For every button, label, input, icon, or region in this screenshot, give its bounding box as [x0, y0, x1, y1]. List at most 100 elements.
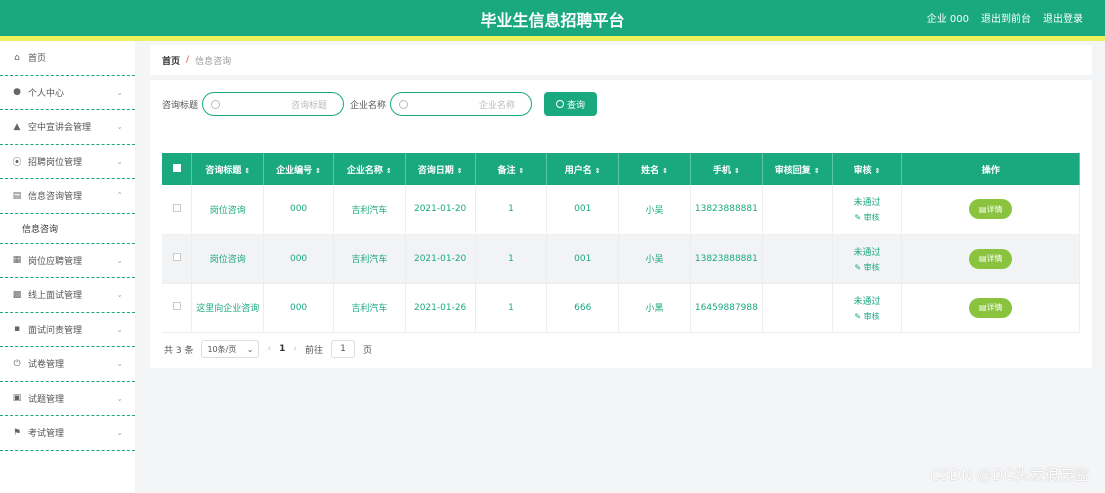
row-checkbox[interactable] [172, 203, 181, 212]
sidebar-item-consultation[interactable]: ▤ 信息咨询管理 ⌃ [0, 179, 135, 214]
cell-reply [762, 283, 833, 333]
table-row: 岗位咨询 000 吉利汽车 2021-01-20 1 001 小吴 138238… [162, 234, 1080, 284]
cell-reply [762, 185, 833, 235]
status-cell: 未通过 ✎ 审核 [833, 245, 902, 273]
audit-link[interactable]: ✎ 审核 [854, 311, 879, 322]
prev-page-button[interactable]: ‹ [267, 344, 271, 354]
cell-date: 2021-01-20 [405, 234, 476, 284]
column-header[interactable]: 咨询标题 ⇕ [191, 153, 265, 185]
sidebar-item-papers[interactable]: ⏻ 试卷管理 ⌄ [0, 347, 135, 382]
select-all-header[interactable] [162, 153, 193, 185]
account-name: 企业 000 [926, 14, 969, 25]
sidebar-item-presentation[interactable]: ▲ 空中宣讲会管理 ⌄ [0, 110, 135, 145]
cell-title: 岗位咨询 [191, 185, 265, 235]
column-header[interactable]: 备注 ⇕ [475, 153, 548, 185]
search-icon [211, 99, 221, 109]
power-icon: ⏻ [13, 358, 21, 369]
cell-company-name: 吉利汽车 [333, 234, 406, 284]
sidebar-subitem-consultation[interactable]: 信息咨询 [0, 213, 135, 244]
row-checkbox[interactable] [172, 253, 181, 261]
page-size-select[interactable]: 10条/页 ⌄ [201, 340, 260, 358]
sidebar-item-online-interview[interactable]: ▩ 线上面试管理 ⌄ [0, 278, 135, 313]
breadcrumb-home[interactable]: 首页 [162, 54, 180, 67]
goto-label: 前往 [304, 345, 323, 356]
table-row: 岗位咨询 000 吉利汽车 2021-01-20 1 001 小吴 138238… [162, 185, 1080, 235]
search-icon [556, 100, 565, 108]
total-count: 共 3 条 [164, 345, 194, 356]
sidebar-item-applications[interactable]: ▦ 岗位应聘管理 ⌄ [0, 244, 135, 278]
chevron-down-icon: ⌄ [116, 428, 123, 437]
server-icon: ▤ [12, 190, 22, 201]
sort-icon: ⇕ [518, 166, 525, 175]
chevron-down-icon: ⌄ [116, 359, 123, 368]
logout-link[interactable]: 退出登录 [1043, 10, 1083, 25]
bar-chart-icon: ▩ [12, 289, 22, 300]
row-checkbox[interactable] [172, 302, 181, 310]
chevron-down-icon: ⌄ [116, 255, 123, 265]
cell-company-no: 000 [263, 283, 334, 333]
cell-company-no: 000 [263, 234, 334, 284]
clipboard-icon: ▣ [12, 393, 22, 404]
query-button[interactable]: 查询 [544, 92, 598, 116]
audit-link[interactable]: ✎ 审核 [854, 262, 879, 273]
search-icon [399, 99, 409, 109]
cell-name: 小黑 [618, 283, 691, 333]
column-header[interactable]: 手机 ⇕ [690, 153, 763, 185]
select-all-checkbox[interactable] [172, 163, 181, 172]
sidebar-item-positions[interactable]: ⦿ 招聘岗位管理 ⌄ [0, 145, 135, 179]
cell-phone: 16459887988 [690, 283, 763, 333]
sidebar-item-personal-center[interactable]: ● 个人中心 ⌄ [0, 76, 135, 110]
current-page[interactable]: 1 [279, 344, 285, 354]
page-unit-label: 页 [362, 345, 372, 356]
cell-reply [762, 234, 833, 284]
cell-company-name: 吉利汽车 [333, 185, 406, 235]
goto-page-input[interactable]: 1 [330, 340, 355, 358]
table-icon: ▦ [12, 255, 22, 266]
sidebar-item-home[interactable]: ⌂ 首页 [0, 41, 135, 76]
sidebar-item-exams[interactable]: ⚑ 考试管理 ⌄ [0, 416, 135, 451]
column-header[interactable]: 姓名 ⇕ [618, 153, 691, 185]
column-header[interactable]: 企业编号 ⇕ [263, 153, 334, 185]
column-header[interactable]: 审核 ⇕ [832, 153, 903, 185]
title-search-placeholder: 咨询标题 [291, 100, 328, 111]
status-text: 未通过 [853, 198, 881, 209]
chevron-down-icon: ⌄ [116, 393, 123, 403]
search-bar: 咨询标题 咨询标题 企业名称 企业名称 查询 [162, 92, 598, 116]
column-header[interactable]: 企业名称 ⇕ [333, 153, 406, 185]
detail-button[interactable]: ▤ 详情 [969, 297, 1013, 318]
back-to-front-link[interactable]: 退出到前台 [981, 10, 1031, 25]
cell-date: 2021-01-26 [405, 283, 476, 333]
sort-icon: ⇕ [385, 166, 392, 175]
status-cell: 未通过 ✎ 审核 [833, 195, 902, 223]
audit-link[interactable]: ✎ 审核 [854, 212, 879, 223]
cell-title: 这里向企业咨询 [191, 283, 265, 333]
column-header[interactable]: 咨询日期 ⇕ [405, 153, 476, 185]
sidebar-item-interview-accountability[interactable]: ▪ 面试问责管理 ⌄ [0, 313, 135, 347]
aperture-icon: ⦿ [12, 157, 22, 168]
consultation-table: 咨询标题 ⇕ 企业编号 ⇕ 企业名称 ⇕ 咨询日期 ⇕ 备注 ⇕ 用户名 ⇕ 姓名 ⇕ 手机 ⇕… [162, 153, 1080, 333]
breadcrumb: 首页 / 信息咨询 [150, 45, 1092, 75]
sort-icon: ⇕ [244, 166, 251, 175]
pagination: 共 3 条 10条/页 ⌄ ‹ 1 › 前往 1 页 [164, 340, 372, 358]
watermark: CSDN @DC头发很茂密 [929, 466, 1089, 484]
column-header[interactable]: 用户名 ⇕ [546, 153, 620, 185]
company-search-input[interactable]: 企业名称 [390, 92, 533, 116]
sidebar-item-label: 试卷管理 [28, 360, 65, 371]
sidebar-item-label: 空中宣讲会管理 [28, 123, 92, 134]
chevron-down-icon: ⌄ [116, 87, 123, 97]
chevron-down-icon: ⌄ [116, 290, 123, 299]
sort-icon: ⇕ [733, 166, 740, 175]
cell-username: 001 [546, 234, 620, 284]
chevron-down-icon: ⌄ [246, 344, 254, 354]
cell-username: 001 [546, 185, 620, 235]
title-search-input[interactable]: 咨询标题 [202, 92, 345, 116]
detail-button[interactable]: ▤ 详情 [969, 248, 1013, 269]
sidebar-item-label: 信息咨询管理 [28, 192, 83, 203]
column-header[interactable]: 审核回复 ⇕ [762, 153, 833, 185]
sidebar-item-questions[interactable]: ▣ 试题管理 ⌄ [0, 382, 135, 416]
next-page-button[interactable]: › [293, 344, 297, 354]
status-text: 未通过 [853, 296, 881, 307]
cell-date: 2021-01-20 [405, 185, 476, 235]
cell-name: 小吴 [618, 234, 691, 284]
detail-button[interactable]: ▤ 详情 [969, 199, 1013, 220]
